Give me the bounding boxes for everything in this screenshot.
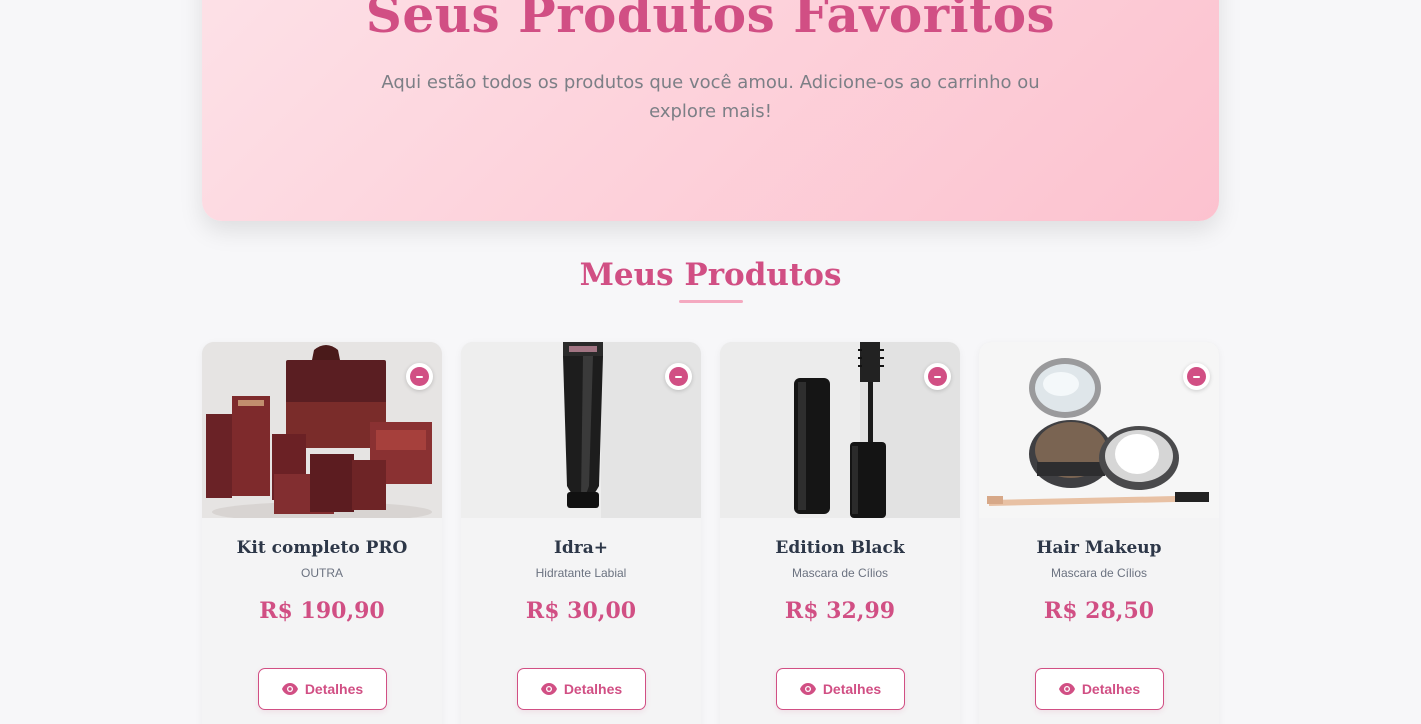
product-card: Edition Black Mascara de Cílios R$ 32,99…	[720, 342, 960, 724]
minus-circle-icon	[669, 367, 688, 386]
details-button[interactable]: Detalhes	[776, 668, 905, 710]
product-name: Hair Makeup	[1036, 538, 1162, 558]
product-name: Kit completo PRO	[236, 538, 408, 558]
product-price: R$ 28,50	[1043, 598, 1155, 624]
details-button[interactable]: Detalhes	[258, 668, 387, 710]
product-category: Mascara de Cílios	[1050, 566, 1148, 580]
product-card: Kit completo PRO OUTRA R$ 190,90 Detalhe…	[202, 342, 442, 724]
eye-icon	[799, 683, 816, 695]
remove-favorite-button[interactable]	[665, 363, 692, 390]
compact-powder-image	[979, 342, 1219, 518]
remove-favorite-button[interactable]	[406, 363, 433, 390]
product-grid: Kit completo PRO OUTRA R$ 190,90 Detalhe…	[202, 342, 1219, 724]
product-price: R$ 32,99	[784, 598, 896, 624]
eye-icon	[540, 683, 557, 695]
minus-circle-icon	[1187, 367, 1206, 386]
product-image-kit[interactable]	[202, 342, 442, 518]
section-title: Meus Produtos	[579, 257, 842, 293]
details-button-label: Detalhes	[304, 681, 364, 697]
mascara-image	[720, 342, 960, 518]
details-button-label: Detalhes	[822, 681, 882, 697]
product-image-mascara[interactable]	[720, 342, 960, 518]
product-card: Hair Makeup Mascara de Cílios R$ 28,50 D…	[979, 342, 1219, 724]
hero-subtitle: Aqui estão todos os produtos que você am…	[381, 72, 1040, 122]
details-button-label: Detalhes	[1081, 681, 1141, 697]
minus-circle-icon	[928, 367, 947, 386]
product-category: OUTRA	[301, 566, 343, 580]
page-title: Seus Produtos Favoritos	[365, 0, 1056, 44]
remove-favorite-button[interactable]	[924, 363, 951, 390]
product-price: R$ 30,00	[525, 598, 637, 624]
product-price: R$ 190,90	[259, 598, 385, 624]
minus-circle-icon	[410, 367, 429, 386]
lip-balm-tube-image	[461, 342, 701, 518]
details-button[interactable]: Detalhes	[1035, 668, 1164, 710]
eye-icon	[281, 683, 298, 695]
product-image-lip-balm[interactable]	[461, 342, 701, 518]
product-card: Idra+ Hidratante Labial R$ 30,00 Detalhe…	[461, 342, 701, 724]
product-image-hair-makeup[interactable]	[979, 342, 1219, 518]
product-name: Edition Black	[775, 538, 905, 558]
product-name: Idra+	[553, 538, 609, 558]
details-button-label: Detalhes	[563, 681, 623, 697]
details-button[interactable]: Detalhes	[517, 668, 646, 710]
product-category: Hidratante Labial	[535, 566, 627, 580]
product-category: Mascara de Cílios	[791, 566, 889, 580]
eye-icon	[1058, 683, 1075, 695]
section-title-underline	[679, 300, 743, 303]
remove-favorite-button[interactable]	[1183, 363, 1210, 390]
makeup-kit-image	[202, 342, 442, 518]
hero-banner: Seus Produtos Favoritos Aqui estão todos…	[202, 0, 1219, 221]
